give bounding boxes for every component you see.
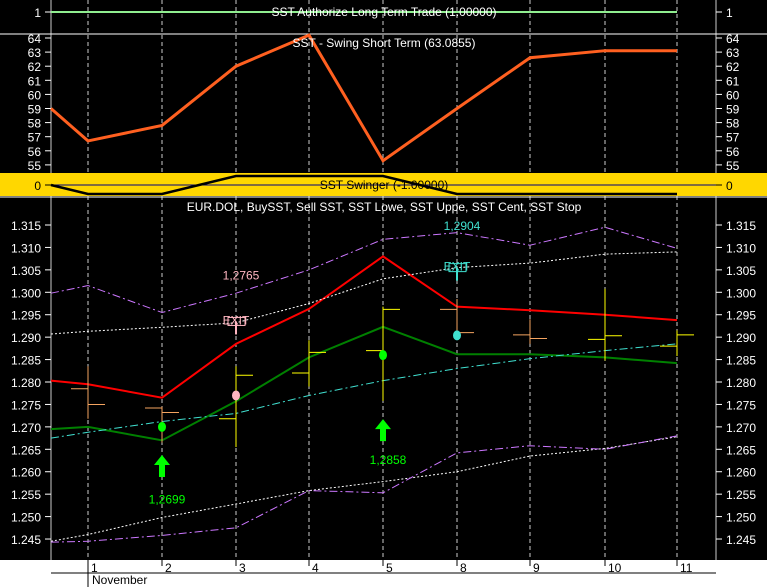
y-tick-label: 1.290 <box>726 331 756 345</box>
y-tick-label: 1 <box>34 6 41 20</box>
signal-dot <box>453 330 461 341</box>
panel-title-swinger: SST Swinger (-1.00000) <box>320 178 449 192</box>
y-tick-label: 59 <box>28 103 42 117</box>
y-tick-label: 1.305 <box>726 264 756 278</box>
y-tick-label: 64 <box>726 32 740 46</box>
price-annotation: 1,2904 <box>444 219 481 233</box>
exit-flag-label: EXIT <box>223 313 250 327</box>
y-tick-label: 63 <box>28 46 42 60</box>
y-tick-label: 1.290 <box>11 331 41 345</box>
x-tick-label: 9 <box>533 561 540 575</box>
y-tick-label: 63 <box>726 46 740 60</box>
month-label: November <box>92 573 147 587</box>
y-tick-label: 64 <box>28 32 42 46</box>
y-tick-label: 57 <box>28 131 42 145</box>
y-tick-label: 1.300 <box>726 286 756 300</box>
y-tick-label: 61 <box>28 74 42 88</box>
y-tick-label: 1.280 <box>726 376 756 390</box>
y-tick-label: 55 <box>726 159 740 173</box>
y-tick-label: 1.245 <box>11 533 41 547</box>
y-tick-label: 1.275 <box>11 398 41 412</box>
y-tick-label: 1.275 <box>726 398 756 412</box>
signal-dot <box>158 421 166 432</box>
x-tick-label: 10 <box>608 561 622 575</box>
stock-chart: 11 55 5556 5657 5758 5859 5960 6061 6162 6263 636… <box>0 0 767 587</box>
y-tick-label: 1.280 <box>11 376 41 390</box>
x-tick-label: 3 <box>239 561 246 575</box>
y-tick-label: 55 <box>28 159 42 173</box>
y-tick-label: 62 <box>726 60 740 74</box>
y-tick-label: 1.295 <box>726 309 756 323</box>
y-tick-label: 59 <box>726 103 740 117</box>
y-tick-label: 57 <box>726 131 740 145</box>
y-tick-label: 1.315 <box>11 219 41 233</box>
y-tick-label: 56 <box>726 145 740 159</box>
y-tick-label: 0 <box>34 179 41 193</box>
y-tick-label: 1.310 <box>726 241 756 255</box>
x-tick-label: 4 <box>312 561 319 575</box>
x-tick-label: 11 <box>680 561 693 575</box>
y-tick-label: 1.305 <box>11 264 41 278</box>
x-tick-label: 5 <box>386 561 393 575</box>
y-tick-label: 1.285 <box>726 354 756 368</box>
y-tick-label: 1.250 <box>11 511 41 525</box>
y-tick-label: 1.265 <box>726 443 756 457</box>
y-tick-label: 60 <box>726 88 740 102</box>
y-tick-label: 1.260 <box>11 466 41 480</box>
y-tick-label: 1.295 <box>11 309 41 323</box>
y-tick-label: 58 <box>726 117 740 131</box>
panel-title-price: EUR.DOL, BuySST, Sell SST, SST Lowe, SST… <box>187 200 582 214</box>
y-tick-label: 62 <box>28 60 42 74</box>
panel-title-swing: SST - Swing Short Term (63.0855) <box>293 36 476 50</box>
y-tick-label: 1.250 <box>726 511 756 525</box>
y-tick-label: 1.265 <box>11 443 41 457</box>
y-tick-label: 1.270 <box>726 421 756 435</box>
y-tick-label: 1.255 <box>726 488 756 502</box>
y-tick-label: 1.300 <box>11 286 41 300</box>
signal-dot <box>232 390 240 401</box>
x-tick-label: 2 <box>165 561 172 575</box>
price-annotation: 1,2699 <box>149 493 186 507</box>
y-tick-label: 1 <box>726 6 733 20</box>
y-tick-label: 1.315 <box>726 219 756 233</box>
y-tick-label: 1.270 <box>11 421 41 435</box>
y-tick-label: 58 <box>28 117 42 131</box>
y-tick-label: 0 <box>726 179 733 193</box>
y-tick-label: 1.245 <box>726 533 756 547</box>
price-annotation: 1,2858 <box>370 453 407 467</box>
y-tick-label: 60 <box>28 88 42 102</box>
x-tick-label: 8 <box>460 561 467 575</box>
signal-dot <box>379 350 387 361</box>
price-annotation: 1,2765 <box>223 268 260 282</box>
panel-title-authorize: SST Authorize Long Term Trade (1.00000) <box>271 5 496 19</box>
y-tick-label: 1.285 <box>11 354 41 368</box>
y-tick-label: 61 <box>726 74 740 88</box>
y-tick-label: 1.260 <box>726 466 756 480</box>
exit-flag-label: EXIT <box>444 260 471 274</box>
y-tick-label: 56 <box>28 145 42 159</box>
y-tick-label: 1.255 <box>11 488 41 502</box>
y-tick-label: 1.310 <box>11 241 41 255</box>
